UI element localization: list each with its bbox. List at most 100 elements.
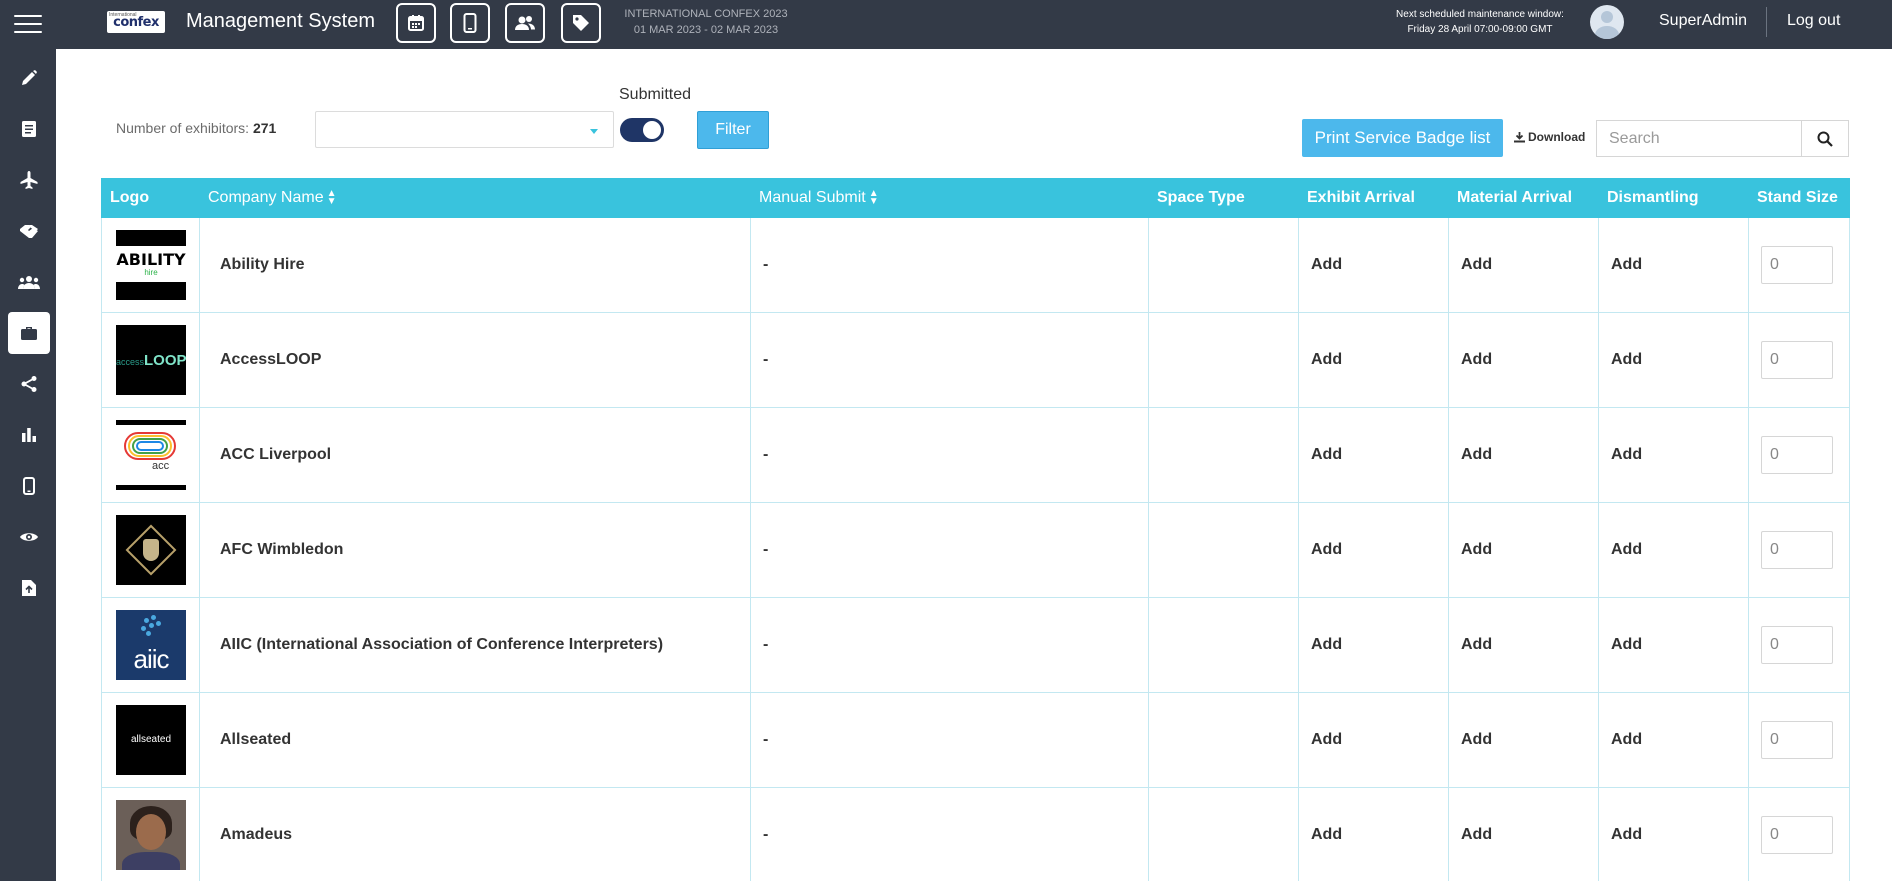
avatar[interactable] <box>1590 5 1624 39</box>
username[interactable]: SuperAdmin <box>1659 12 1747 30</box>
search-button[interactable] <box>1801 120 1849 157</box>
app-title: Management System <box>186 10 375 32</box>
column-header-dismantling: Dismantling <box>1598 178 1749 218</box>
company-name[interactable]: ACC Liverpool <box>199 407 751 503</box>
sidebar-item-edit[interactable] <box>8 57 50 99</box>
space-type <box>1148 217 1299 313</box>
document-icon <box>22 121 36 137</box>
event-dates: 01 MAR 2023 - 02 MAR 2023 <box>633 24 779 36</box>
stand-size-input[interactable] <box>1761 626 1833 664</box>
calendar-button[interactable] <box>396 3 436 43</box>
add-material-arrival-link[interactable]: Add <box>1461 826 1492 843</box>
manual-submit: - <box>750 407 1149 503</box>
space-type <box>1148 597 1299 693</box>
add-dismantling-link[interactable]: Add <box>1611 636 1642 653</box>
stand-size-cell <box>1748 407 1850 503</box>
add-exhibit-arrival-link[interactable]: Add <box>1311 636 1342 653</box>
add-material-arrival-link[interactable]: Add <box>1461 541 1492 558</box>
company-name[interactable]: AccessLOOP <box>199 312 751 408</box>
add-exhibit-arrival-link[interactable]: Add <box>1311 256 1342 273</box>
material-arrival-cell: Add <box>1448 312 1599 408</box>
manual-submit: - <box>750 217 1149 313</box>
accessloop-logo: accessLOOP <box>116 325 186 395</box>
add-exhibit-arrival-link[interactable]: Add <box>1311 351 1342 368</box>
add-dismantling-link[interactable]: Add <box>1611 541 1642 558</box>
exhibit-arrival-cell: Add <box>1298 217 1449 313</box>
stand-size-input[interactable] <box>1761 721 1833 759</box>
logo-text: confex <box>113 15 159 30</box>
stand-size-input[interactable] <box>1761 436 1833 474</box>
company-name[interactable]: AFC Wimbledon <box>199 502 751 598</box>
column-header-stand-size: Stand Size <box>1748 178 1850 218</box>
search-icon <box>1817 131 1833 147</box>
tags-button[interactable] <box>561 3 601 43</box>
file-upload-icon <box>22 580 36 596</box>
sidebar-item-view[interactable] <box>8 516 50 558</box>
add-material-arrival-link[interactable]: Add <box>1461 256 1492 273</box>
filter-button[interactable]: Filter <box>697 111 769 149</box>
sidebar-item-reports[interactable] <box>8 414 50 456</box>
chevron-down-icon <box>590 129 598 134</box>
material-arrival-cell: Add <box>1448 692 1599 788</box>
ability-hire-logo: ABILITY hire <box>116 230 186 300</box>
stand-size-input[interactable] <box>1761 341 1833 379</box>
sidebar-item-mobile[interactable] <box>8 465 50 507</box>
users-button[interactable] <box>505 3 545 43</box>
mobile-icon <box>463 13 477 33</box>
mobile-button[interactable] <box>450 3 490 43</box>
add-dismantling-link[interactable]: Add <box>1611 446 1642 463</box>
allseated-logo: allseated <box>116 705 186 775</box>
search-input[interactable] <box>1596 120 1801 157</box>
add-dismantling-link[interactable]: Add <box>1611 351 1642 368</box>
stand-size-input[interactable] <box>1761 531 1833 569</box>
add-exhibit-arrival-link[interactable]: Add <box>1311 541 1342 558</box>
column-header-manual-submit[interactable]: Manual Submit ▲ ▼ <box>750 178 1149 218</box>
confex-logo[interactable]: International confex <box>107 11 165 33</box>
stand-size-cell <box>1748 692 1850 788</box>
company-name[interactable]: Amadeus <box>199 787 751 881</box>
dismantling-cell: Add <box>1598 597 1749 693</box>
add-exhibit-arrival-link[interactable]: Add <box>1311 446 1342 463</box>
stand-size-input[interactable] <box>1761 816 1833 854</box>
column-header-company-name[interactable]: Company Name ▲ ▼ <box>199 178 751 218</box>
print-service-badge-button[interactable]: Print Service Badge list <box>1302 119 1503 157</box>
filter-select[interactable] <box>315 111 614 148</box>
add-material-arrival-link[interactable]: Add <box>1461 731 1492 748</box>
add-material-arrival-link[interactable]: Add <box>1461 351 1492 368</box>
exhibit-arrival-cell: Add <box>1298 787 1449 881</box>
exhibit-arrival-cell: Add <box>1298 407 1449 503</box>
sidebar-item-exhibitors[interactable] <box>8 312 50 354</box>
add-exhibit-arrival-link[interactable]: Add <box>1311 826 1342 843</box>
add-dismantling-link[interactable]: Add <box>1611 731 1642 748</box>
sidebar-item-documents[interactable] <box>8 108 50 150</box>
airplane-icon <box>20 171 38 189</box>
column-header-logo: Logo <box>101 178 200 218</box>
add-dismantling-link[interactable]: Add <box>1611 826 1642 843</box>
sidebar-item-upload[interactable] <box>8 567 50 609</box>
company-name[interactable]: Allseated <box>199 692 751 788</box>
stand-size-input[interactable] <box>1761 246 1833 284</box>
submitted-toggle[interactable] <box>620 118 664 142</box>
add-exhibit-arrival-link[interactable]: Add <box>1311 731 1342 748</box>
toggle-knob <box>643 121 661 139</box>
calendar-icon <box>408 15 424 31</box>
company-name[interactable]: AIIC (International Association of Confe… <box>199 597 751 693</box>
sidebar-item-partners[interactable] <box>8 210 50 252</box>
sidebar-item-share[interactable] <box>8 363 50 405</box>
add-material-arrival-link[interactable]: Add <box>1461 446 1492 463</box>
sidebar-item-people[interactable] <box>8 261 50 303</box>
logo-cell: accessLOOP <box>101 312 200 408</box>
add-material-arrival-link[interactable]: Add <box>1461 636 1492 653</box>
dismantling-cell: Add <box>1598 502 1749 598</box>
company-name[interactable]: Ability Hire <box>199 217 751 313</box>
mobile-icon <box>23 477 35 495</box>
menu-icon[interactable] <box>14 15 42 35</box>
sidebar-item-travel[interactable] <box>8 159 50 201</box>
download-link[interactable]: Download <box>1514 130 1585 144</box>
tag-icon <box>573 15 589 31</box>
users-icon <box>515 16 535 30</box>
table-row: accessLOOP AccessLOOP - Add Add Add <box>101 312 1850 408</box>
add-dismantling-link[interactable]: Add <box>1611 256 1642 273</box>
logout-link[interactable]: Log out <box>1787 12 1840 30</box>
manual-submit: - <box>750 312 1149 408</box>
